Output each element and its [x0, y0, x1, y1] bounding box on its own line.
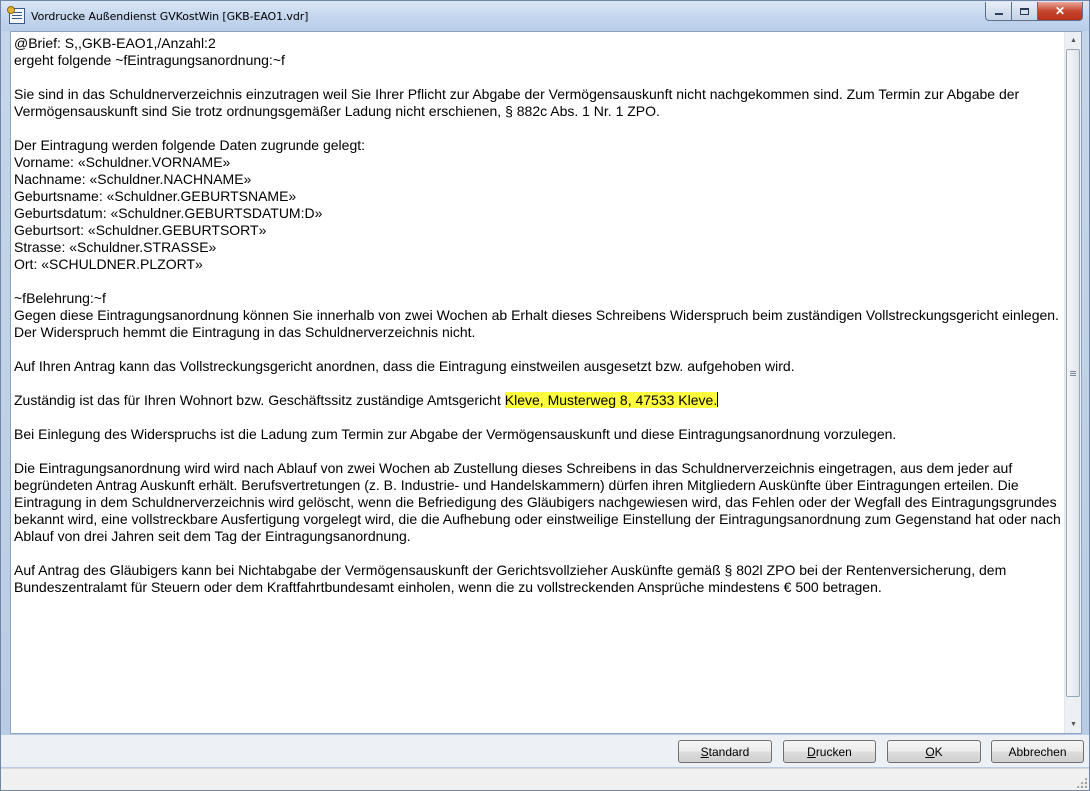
minimize-button[interactable]	[985, 2, 1012, 21]
maximize-button[interactable]	[1012, 2, 1038, 21]
maximize-icon	[1020, 7, 1029, 15]
text-line: ~fBelehrung:~f	[14, 290, 106, 306]
grip-icon	[1070, 370, 1076, 372]
text-paragraph: Auf Ihren Antrag kann das Vollstreckungs…	[14, 358, 795, 374]
text-line: Geburtsname: «Schuldner.GEBURTSNAME»	[14, 188, 297, 204]
print-hotkey: D	[807, 744, 816, 759]
highlighted-text[interactable]: Kleve, Musterweg 8, 47533 Kleve.	[504, 392, 718, 408]
scroll-down-icon[interactable]: ▼	[1065, 716, 1082, 733]
print-button[interactable]: Drucken	[783, 740, 876, 763]
text-paragraph: Auf Antrag des Gläubigers kann bei Nicht…	[14, 562, 1011, 595]
standard-button[interactable]: Standard	[678, 740, 772, 763]
text-paragraph: Zuständig ist das für Ihren Wohnort bzw.…	[14, 392, 1064, 409]
document-icon	[7, 6, 25, 24]
text-line: Strasse: «Schuldner.STRASSE»	[14, 239, 217, 255]
document-text[interactable]: @Brief: S,,GKB-EAO1,/Anzahl:2 ergeht fol…	[11, 32, 1064, 733]
text-paragraph: Sie sind in das Schuldnerverzeichnis ein…	[14, 86, 1024, 119]
text-line: ergeht folgende ~fEintragungsanordnung:~…	[14, 52, 285, 68]
minimize-icon	[994, 13, 1003, 15]
ok-hotkey: O	[925, 744, 935, 759]
text-line: @Brief: S,,GKB-EAO1,/Anzahl:2	[14, 35, 216, 51]
scroll-up-icon[interactable]: ▲	[1065, 32, 1082, 49]
text-paragraph: Bei Einlegung des Widerspruchs ist die L…	[14, 426, 897, 442]
button-bar: Standard Drucken OK Abbrechen	[1, 735, 1089, 767]
standard-hotkey: S	[700, 744, 709, 759]
ok-button[interactable]: OK	[887, 740, 981, 763]
text-cursor	[717, 392, 719, 407]
title-bar[interactable]: Vordrucke Außendienst GVKostWin [GKB-EAO…	[1, 1, 1089, 31]
text-paragraph: Die Eintragungsanordnung wird wird nach …	[14, 460, 1064, 544]
text-line: Geburtsdatum: «Schuldner.GEBURTSDATUM:D»	[14, 205, 323, 221]
template-editor[interactable]: @Brief: S,,GKB-EAO1,/Anzahl:2 ergeht fol…	[10, 31, 1082, 734]
close-icon: ✕	[1054, 4, 1066, 18]
text-line: Zuständig ist das für Ihren Wohnort bzw.…	[14, 392, 505, 408]
cancel-button[interactable]: Abbrechen	[991, 740, 1084, 763]
close-button[interactable]: ✕	[1038, 2, 1083, 21]
vertical-scrollbar[interactable]: ▲ ▼	[1064, 32, 1081, 733]
standard-label: tandard	[708, 744, 750, 759]
scrollbar-thumb[interactable]	[1066, 49, 1080, 697]
status-bar	[1, 768, 1089, 790]
text-line: Geburtsort: «Schuldner.GEBURTSORT»	[14, 222, 267, 238]
window-controls: ✕	[985, 2, 1083, 21]
resize-grip-icon[interactable]	[1076, 777, 1087, 788]
dialog-window: Vordrucke Außendienst GVKostWin [GKB-EAO…	[0, 0, 1090, 791]
text-line: Vorname: «Schuldner.VORNAME»	[14, 154, 231, 170]
print-label: rucken	[815, 744, 852, 759]
ok-label: K	[934, 744, 943, 759]
text-paragraph: Gegen diese Eintragungsanordnung können …	[14, 307, 1063, 340]
text-line: Nachname: «Schuldner.NACHNAME»	[14, 171, 252, 187]
window-title: Vordrucke Außendienst GVKostWin [GKB-EAO…	[31, 9, 309, 23]
text-line: Der Eintragung werden folgende Daten zug…	[14, 137, 366, 153]
text-line: Ort: «SCHULDNER.PLZORT»	[14, 256, 203, 272]
